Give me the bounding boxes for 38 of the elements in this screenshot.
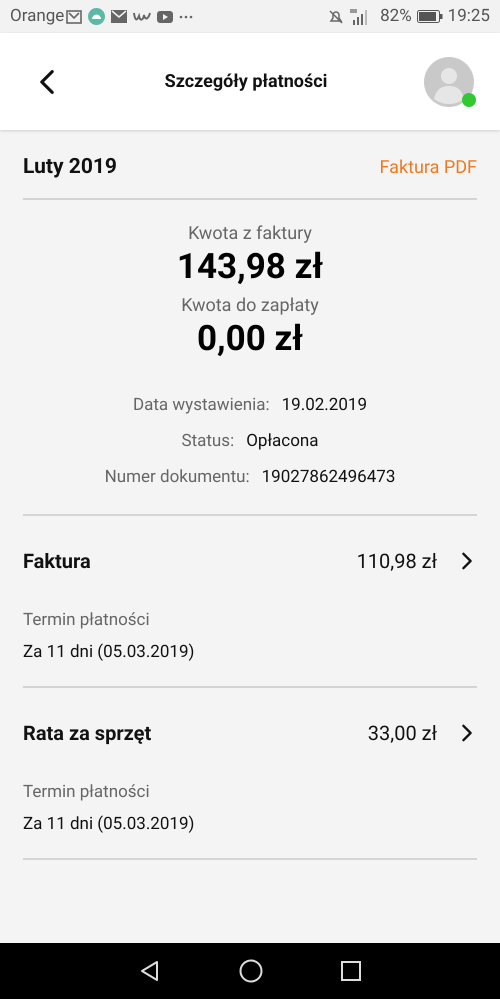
chevron-right-icon	[461, 724, 473, 742]
item-amount: 110,98 zł	[356, 548, 437, 574]
recents-nav-icon[interactable]	[341, 961, 361, 981]
more-icon	[179, 14, 194, 18]
due-label: Termin płatności	[23, 608, 151, 632]
amount-value: 143,98 zł	[176, 246, 324, 288]
detail-value: 19.02.2019	[282, 394, 368, 416]
due-value: Za 11 dni (05.03.2019)	[23, 812, 196, 836]
page-title: Szczegóły płatności	[164, 70, 328, 94]
item-name: Faktura	[23, 548, 91, 574]
detail-label: Numer dokumentu:	[104, 466, 250, 488]
back-nav-icon[interactable]	[139, 960, 161, 982]
detail-label: Status:	[181, 430, 234, 452]
carrier-name: Orange	[10, 4, 64, 28]
due-label: Termin płatności	[23, 780, 151, 804]
due-value: Za 11 dni (05.03.2019)	[23, 640, 196, 664]
battery-percent: 82%	[380, 4, 412, 28]
mail-icon	[111, 10, 128, 23]
mute-icon	[328, 8, 344, 24]
period-title: Luty 2019	[23, 154, 117, 181]
payment-item-row[interactable]: Faktura 110,98 zł	[23, 516, 477, 608]
item-amount: 33,00 zł	[368, 720, 437, 746]
back-icon	[38, 68, 56, 94]
detail-value: Opłacona	[246, 430, 319, 452]
amount-value: 0,00 zł	[196, 318, 304, 360]
battery-icon	[416, 10, 443, 23]
detail-label: Data wystawienia:	[132, 394, 270, 416]
mail-icon	[66, 10, 82, 24]
home-nav-icon[interactable]	[239, 959, 263, 983]
amount-label: Kwota z faktury	[188, 222, 312, 246]
video-icon	[157, 10, 174, 22]
item-name: Rata za sprzęt	[23, 720, 152, 746]
detail-value: 19027862496473	[262, 466, 396, 488]
chevron-right-icon	[461, 552, 473, 570]
back-button[interactable]	[38, 68, 56, 94]
payment-item-row[interactable]: Rata za sprzęt 33,00 zł	[23, 688, 477, 780]
clock-time: 19:25	[448, 4, 490, 28]
amount-label: Kwota do zapłaty	[181, 294, 319, 318]
